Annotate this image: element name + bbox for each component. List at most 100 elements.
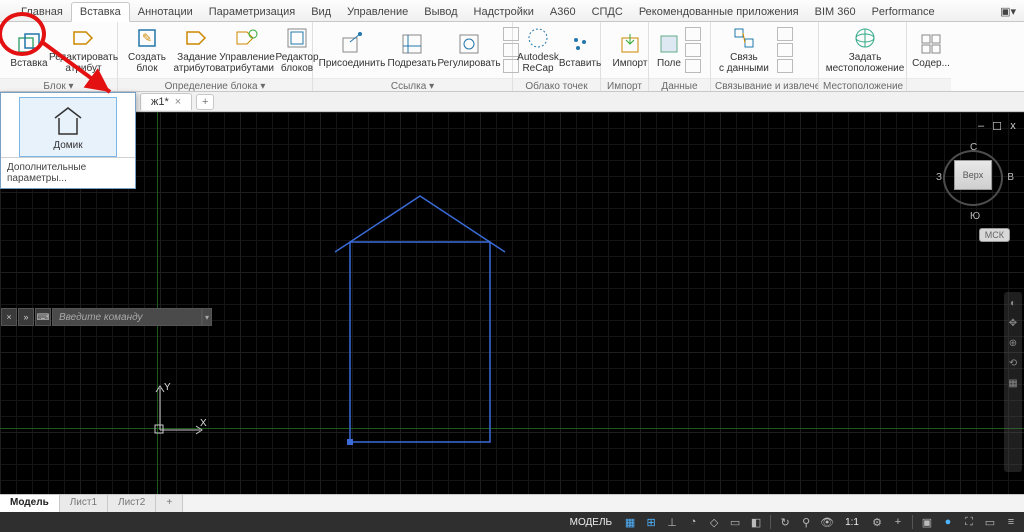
adjust-button[interactable]: Регулировать	[437, 24, 501, 76]
nav-showmotion-icon[interactable]: ▦	[1006, 378, 1020, 392]
status-snap-icon[interactable]: ⊞	[642, 514, 660, 530]
recap-button[interactable]: Autodesk ReCap	[517, 24, 559, 76]
create-block-icon: ✎	[135, 26, 159, 50]
tab-home[interactable]: Главная	[13, 3, 71, 21]
viewport-window-controls: – ☐ x	[974, 120, 1020, 132]
field-button[interactable]: Поле	[653, 24, 685, 76]
tab-a360[interactable]: A360	[542, 3, 584, 21]
navigation-bar[interactable]: ◐ ✥ ⊕ ⟲ ▦	[1004, 292, 1022, 472]
viewcube-face[interactable]: Верх	[954, 160, 992, 190]
panel-import-title: Импорт	[601, 78, 648, 91]
vp-close-icon[interactable]: x	[1006, 120, 1020, 132]
tab-addins[interactable]: Надстройки	[466, 3, 542, 21]
block-gallery-dropdown: Домик Дополнительные параметры...	[0, 92, 136, 189]
tab-parametric[interactable]: Параметризация	[201, 3, 303, 21]
create-block-button[interactable]: ✎Создать блок	[122, 24, 172, 76]
gallery-more-options[interactable]: Дополнительные параметры...	[1, 157, 135, 188]
vp-minimize-icon[interactable]: –	[974, 120, 988, 132]
datalink-button[interactable]: Связь с данными	[715, 24, 773, 76]
layout-tab-add[interactable]: +	[156, 495, 183, 512]
status-hw-icon[interactable]: ⛶	[960, 514, 978, 530]
link-small-2[interactable]	[777, 43, 793, 57]
ribbon-collapse-icon[interactable]: ▣▾	[992, 2, 1024, 21]
link-small-1[interactable]	[777, 27, 793, 41]
tab-spds[interactable]: СПДС	[584, 3, 631, 21]
status-monitor-icon[interactable]: ▣	[918, 514, 936, 530]
viewcube-e[interactable]: В	[1007, 172, 1014, 183]
status-grid-icon[interactable]: ▦	[621, 514, 639, 530]
link-small-3[interactable]	[777, 59, 793, 73]
tab-performance[interactable]: Performance	[864, 3, 943, 21]
tab-view[interactable]: Вид	[303, 3, 339, 21]
nav-zoom-icon[interactable]: ⊕	[1006, 338, 1020, 352]
nav-wheel-icon[interactable]: ◐	[1006, 298, 1020, 312]
drawing-viewport[interactable]: Y X × » ⌨ Введите команду ▾ – ☐ x С Ю З …	[0, 112, 1024, 512]
status-polar-icon[interactable]: ◔	[684, 514, 702, 530]
viewcube-w[interactable]: З	[936, 172, 942, 183]
panel-content-title	[907, 78, 951, 91]
manage-attr-button[interactable]: Управление атрибутами	[222, 24, 272, 76]
panel-location-title: Местоположение	[819, 78, 906, 91]
cmd-prompt-icon[interactable]: ⌨	[35, 308, 51, 326]
status-trans-icon[interactable]: ◧	[747, 514, 765, 530]
nav-pan-icon[interactable]: ✥	[1006, 318, 1020, 332]
tab-featured[interactable]: Рекомендованные приложения	[631, 3, 807, 21]
data-small-3[interactable]	[685, 59, 701, 73]
status-bar: МОДЕЛЬ ▦ ⊞ ⊥ ◔ ◇ ▭ ◧ ↻ ⚲ 👁 1:1 ⚙ + ▣ ● ⛶…	[0, 512, 1024, 532]
status-model-button[interactable]: МОДЕЛЬ	[564, 517, 618, 528]
edit-attribute-button[interactable]: Редактировать атрибут	[54, 24, 113, 76]
location-button[interactable]: Задать местоположение	[823, 24, 907, 76]
vp-maximize-icon[interactable]: ☐	[990, 120, 1004, 132]
status-clean-icon[interactable]: ▭	[981, 514, 999, 530]
attach-button[interactable]: Присоединить	[317, 24, 387, 76]
status-osnap-icon[interactable]: ◇	[705, 514, 723, 530]
nav-orbit-icon[interactable]: ⟲	[1006, 358, 1020, 372]
data-small-1[interactable]	[685, 27, 701, 41]
command-input[interactable]: Введите команду	[52, 308, 202, 326]
define-attr-icon	[185, 26, 209, 50]
status-plus-icon[interactable]: +	[889, 514, 907, 530]
viewcube-n[interactable]: С	[970, 142, 977, 153]
panel-blockdef-title[interactable]: Определение блока ▾	[118, 78, 312, 91]
layout-tab-sheet1[interactable]: Лист1	[60, 495, 108, 512]
import-button[interactable]: Импорт	[605, 24, 655, 76]
tab-manage[interactable]: Управление	[339, 3, 416, 21]
define-attr-button[interactable]: Задание атрибутов	[172, 24, 222, 76]
data-small-2[interactable]	[685, 43, 701, 57]
close-file-icon[interactable]: ×	[175, 96, 181, 108]
wcs-badge[interactable]: МСК	[979, 228, 1010, 242]
gallery-item-label: Домик	[53, 140, 82, 151]
globe-icon	[853, 26, 877, 50]
status-scale-button[interactable]: 1:1	[839, 517, 865, 528]
status-ortho-icon[interactable]: ⊥	[663, 514, 681, 530]
status-lwt-icon[interactable]: ▭	[726, 514, 744, 530]
gallery-item-house[interactable]: Домик	[19, 97, 117, 157]
panel-ref-title[interactable]: Ссылка ▾	[313, 78, 512, 91]
tab-insert[interactable]: Вставка	[71, 2, 130, 22]
cmd-history-icon[interactable]: ▾	[202, 308, 212, 326]
tab-bim360[interactable]: BIM 360	[807, 3, 864, 21]
status-cycle-icon[interactable]: ↻	[776, 514, 794, 530]
insert-block-button[interactable]: Вставка	[4, 24, 54, 76]
new-file-button[interactable]: +	[196, 94, 214, 110]
panel-block-title[interactable]: Блок ▾	[0, 78, 117, 91]
status-ws-icon[interactable]: ⚙	[868, 514, 886, 530]
cmd-close-icon[interactable]: ×	[1, 308, 17, 326]
layout-tab-model[interactable]: Модель	[0, 495, 60, 512]
status-iso-icon[interactable]: ●	[939, 514, 957, 530]
viewcube-s[interactable]: Ю	[970, 211, 980, 222]
cmd-expand-icon[interactable]: »	[18, 308, 34, 326]
tab-annotations[interactable]: Аннотации	[130, 3, 201, 21]
field-icon	[657, 32, 681, 56]
pc-insert-button[interactable]: Вставить	[559, 24, 601, 76]
status-custom-icon[interactable]: ≡	[1002, 514, 1020, 530]
command-bar: × » ⌨ Введите команду ▾	[1, 307, 212, 327]
status-ann-icon[interactable]: ⚲	[797, 514, 815, 530]
tab-output[interactable]: Вывод	[416, 3, 465, 21]
content-button[interactable]: Содер...	[911, 24, 951, 76]
layout-tab-sheet2[interactable]: Лист2	[108, 495, 156, 512]
clip-button[interactable]: Подрезать	[387, 24, 437, 76]
status-annvis-icon[interactable]: 👁	[818, 514, 836, 530]
viewcube[interactable]: С Ю З В Верх	[936, 140, 1014, 222]
file-tab-active[interactable]: ж1* ×	[140, 93, 192, 110]
